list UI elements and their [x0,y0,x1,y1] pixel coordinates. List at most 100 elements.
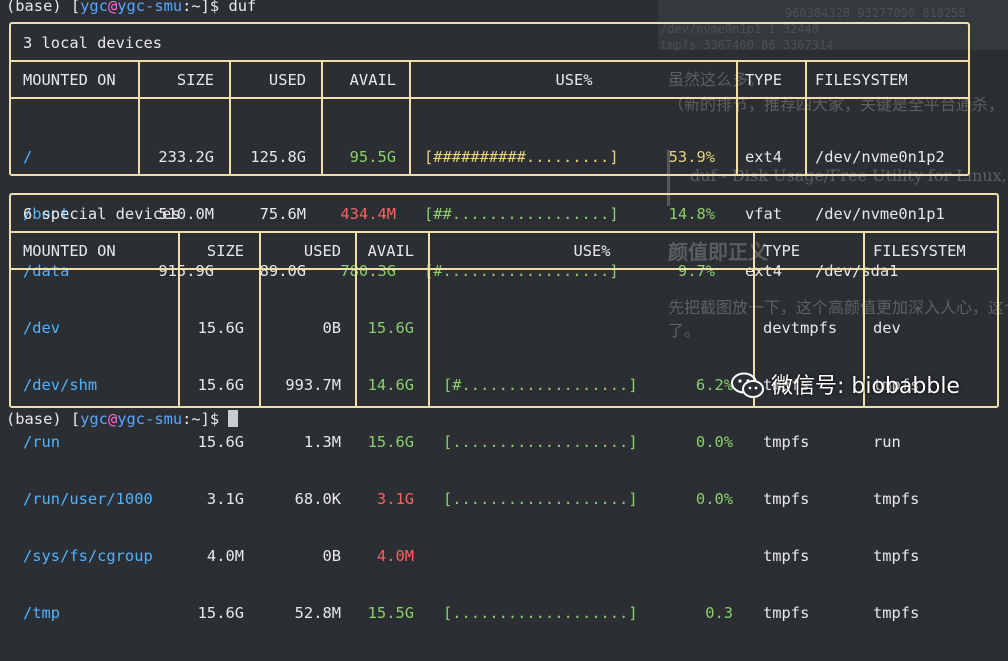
prompt-path: :~]$ [182,410,229,428]
header-mounted-on: MOUNTED ON [23,71,116,89]
table-cell: 15.6G [367,433,414,451]
usage-bar [443,547,638,566]
usage-bar: [...................] [443,490,638,508]
divider [11,268,997,270]
header-use-percent: USE% [573,242,611,260]
table-cell: 15.6G [197,433,244,451]
prompt-bracket: [ [70,0,81,15]
table-cell: 95.5G [349,148,396,166]
table-cell: 993.7M [285,376,341,394]
table-cell: /dev/nvme0n1p2 [815,148,945,166]
prompt-command: duf [228,0,257,15]
column-avail: 15.6G 14.6G 15.6G 3.1G 4.0M 15.5G [356,281,414,661]
column-usage-bar: [#..................] [.................… [443,281,638,661]
header-used: USED [303,242,341,260]
prompt-host: ygc-smu [117,410,183,428]
column-usage-percent: 6.2% 0.0% 0.0% 0.3 [671,281,733,661]
divider [11,231,997,233]
header-avail: AVAIL [367,242,414,260]
prompt-user: ygc [80,410,108,428]
prompt-path: :~]$ [182,0,229,15]
usage-bar: [...................] [443,604,638,622]
table-cell: 1.3M [303,433,341,451]
header-type: TYPE [763,242,801,260]
usage-bar: [##########.........] [424,148,619,166]
table-cell: 52.8M [294,604,341,622]
shell-prompt-bottom[interactable]: (base) [ygc@ygc-smu:~]$ [6,410,239,429]
usage-percent: 6.2% [695,376,733,394]
prompt-bracket: [ [70,410,81,428]
table-cell: /dev/shm [23,376,98,394]
table-cell: tmpfs [763,490,810,508]
column-mounted-on: /dev /dev/shm /run /run/user/1000 /sys/f… [23,281,153,661]
table-cell: /dev [23,319,61,337]
usage-percent [671,547,733,566]
prompt-at: @ [107,410,118,428]
table-cell: dev [873,319,901,337]
usage-percent [671,319,733,338]
table-cell: 15.5G [367,604,414,622]
column-filesystem: dev tmpfs run tmpfs tmpfs tmpfs [873,281,919,661]
panel-title: 6 special devices [23,205,181,223]
table-cell: devtmpfs [763,319,838,337]
table-cell: 4.0M [206,547,244,565]
table-cell: 15.6G [197,604,244,622]
table-cell: / [23,148,33,166]
usage-percent: 0.0% [695,433,733,451]
header-type: TYPE [745,71,783,89]
table-cell: tmpfs [763,604,810,622]
text-cursor[interactable] [228,410,239,427]
table-cell: tmpfs [763,547,810,565]
header-size: SIZE [176,71,214,89]
header-used: USED [268,71,306,89]
conda-env: (base) [6,0,71,15]
header-size: SIZE [206,242,244,260]
table-cell: 68.0K [294,490,341,508]
column-size: 15.6G 15.6G 15.6G 3.1G 4.0M 15.6G [179,281,244,661]
usage-percent: 0.0% [695,490,733,508]
column-type: devtmpfs tmpfs tmpfs tmpfs tmpfs tmpfs [763,281,837,661]
table-cell: tmpfs [873,490,920,508]
table-cell: 14.6G [367,376,414,394]
table-cell: 3.1G [206,490,244,508]
usage-percent: 0.3 [705,604,733,622]
header-filesystem: FILESYSTEM [873,242,966,260]
table-cell: tmpfs [873,604,920,622]
wechat-icon [731,372,765,403]
conda-env: (base) [6,410,71,428]
usage-bar [443,319,638,338]
usage-bar: [...................] [443,433,638,451]
divider [11,60,968,62]
table-cell: 0B [322,319,341,337]
table-cell: 233.2G [158,148,214,166]
table-cell: /tmp [23,604,61,622]
panel-title: 3 local devices [23,34,162,52]
table-cell: /run [23,433,61,451]
header-mounted-on: MOUNTED ON [23,242,116,260]
local-devices-panel: 3 local devices MOUNTED ON SIZE USED AVA… [9,22,970,280]
divider [11,97,968,99]
table-cell: 0B [322,547,341,565]
column-divider [805,60,807,174]
column-used: 0B 993.7M 1.3M 68.0K 0B 52.8M [260,281,341,661]
table-cell: tmpfs [873,547,920,565]
table-cell: 125.8G [250,148,306,166]
background-table-row: 960384328 93277096 818258 [785,6,966,20]
usage-percent: 53.9% [668,148,715,166]
table-cell: 15.6G [367,319,414,337]
prompt-at: @ [107,0,118,15]
table-cell: 3.1G [376,490,414,508]
shell-prompt-top: (base) [ygc@ygc-smu:~]$ duf [6,0,256,16]
wechat-watermark: 微信号: biobabble [731,372,960,403]
table-cell: tmpfs [763,433,810,451]
header-use-percent: USE% [555,71,593,89]
table-cell: 15.6G [197,319,244,337]
usage-bar: [#..................] [443,376,638,394]
prompt-user: ygc [80,0,108,15]
table-cell: /run/user/1000 [23,490,153,508]
prompt-host: ygc-smu [117,0,183,15]
header-filesystem: FILESYSTEM [815,71,908,89]
table-cell: 15.6G [197,376,244,394]
table-cell: /sys/fs/cgroup [23,547,153,565]
header-avail: AVAIL [349,71,396,89]
